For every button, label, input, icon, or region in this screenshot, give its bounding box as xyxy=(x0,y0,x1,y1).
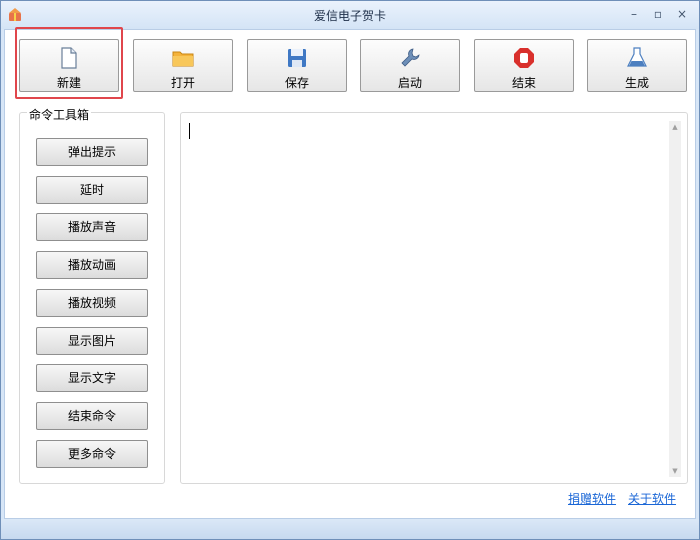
text-caret xyxy=(189,123,190,139)
save-disk-icon xyxy=(288,49,306,67)
main-panel: 新建 打开 保存 启动 结束 生成 命令工具箱 弹出提示 延时 播放声音 播放动… xyxy=(4,27,696,519)
maximize-button[interactable]: ▫ xyxy=(649,5,667,23)
folder-icon xyxy=(172,51,194,67)
cmd-end[interactable]: 结束命令 xyxy=(36,402,148,430)
cmd-delay[interactable]: 延时 xyxy=(36,176,148,204)
open-button[interactable]: 打开 xyxy=(133,39,233,92)
stop-button[interactable]: 结束 xyxy=(474,39,574,92)
new-button-label: 新建 xyxy=(56,76,81,90)
editor-scrollbar[interactable]: ▲ ▼ xyxy=(669,121,681,477)
save-button[interactable]: 保存 xyxy=(247,39,347,92)
scroll-down-icon[interactable]: ▼ xyxy=(671,467,679,475)
cmd-show-image[interactable]: 显示图片 xyxy=(36,327,148,355)
cmd-show-text[interactable]: 显示文字 xyxy=(36,364,148,392)
cmd-popup-hint[interactable]: 弹出提示 xyxy=(36,138,148,166)
cmd-play-animation[interactable]: 播放动画 xyxy=(36,251,148,279)
title-bar[interactable]: 爱信电子贺卡 – ▫ × xyxy=(1,1,699,29)
about-link[interactable]: 关于软件 xyxy=(628,490,676,507)
minimize-button[interactable]: – xyxy=(625,5,643,23)
app-window: 爱信电子贺卡 – ▫ × 新建 打开 保存 启动 结束 生成 命令工具箱 弹出提… xyxy=(0,0,700,540)
save-button-label: 保存 xyxy=(284,76,309,90)
close-button[interactable]: × xyxy=(673,5,691,23)
cmd-play-sound[interactable]: 播放声音 xyxy=(36,213,148,241)
generate-button[interactable]: 生成 xyxy=(587,39,687,92)
stop-hand-icon xyxy=(514,48,534,68)
window-title: 爱信电子贺卡 xyxy=(313,9,386,23)
start-button-label: 启动 xyxy=(397,76,422,90)
start-button[interactable]: 启动 xyxy=(360,39,460,92)
new-button[interactable]: 新建 xyxy=(19,39,119,92)
open-button-label: 打开 xyxy=(170,76,195,90)
generate-button-label: 生成 xyxy=(624,76,649,90)
scroll-up-icon[interactable]: ▲ xyxy=(671,123,679,131)
script-editor[interactable]: ▲ ▼ xyxy=(180,112,688,484)
toolbox-title: 命令工具箱 xyxy=(27,106,92,123)
status-bar xyxy=(1,519,699,539)
wrench-icon xyxy=(401,48,420,67)
cmd-more[interactable]: 更多命令 xyxy=(36,440,148,468)
new-file-icon xyxy=(61,47,77,69)
donate-link[interactable]: 捐赠软件 xyxy=(568,490,616,507)
cmd-play-video[interactable]: 播放视频 xyxy=(36,289,148,317)
flask-icon xyxy=(627,47,647,67)
stop-button-label: 结束 xyxy=(511,76,536,90)
